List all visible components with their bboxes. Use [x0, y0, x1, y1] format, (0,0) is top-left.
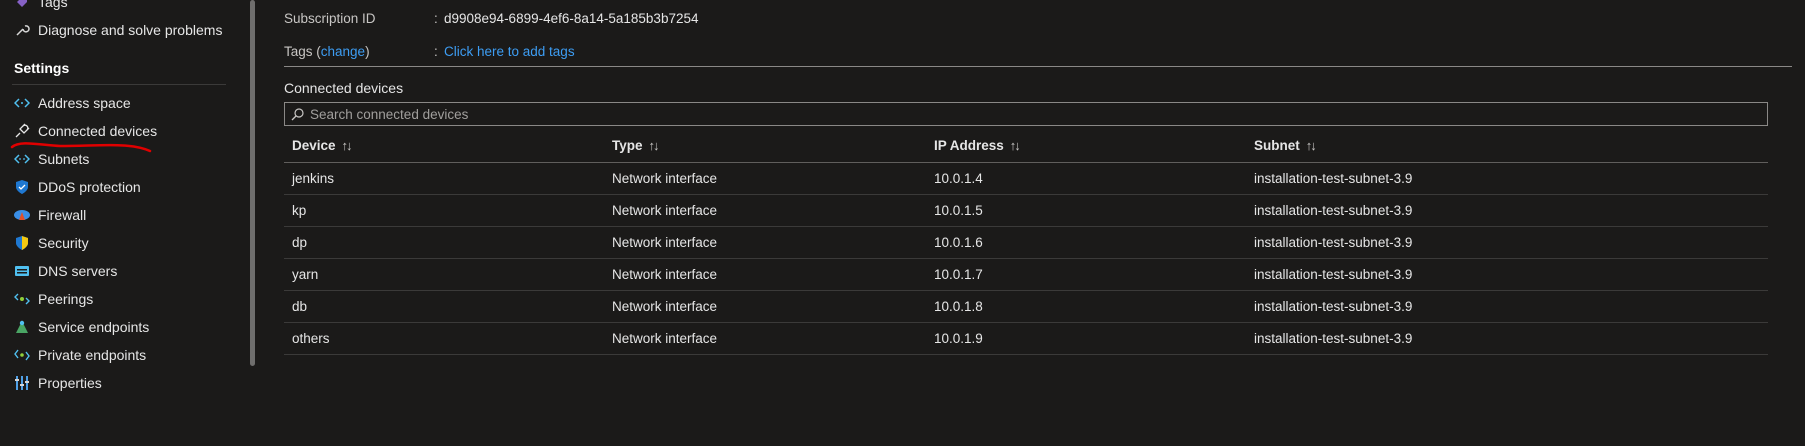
- connected-devices-table: Device ↑↓ Type ↑↓ IP Address ↑↓ Subnet ↑…: [284, 130, 1768, 355]
- sidebar-item-label: Subnets: [38, 151, 90, 167]
- device-ip: 10.0.1.6: [934, 235, 983, 250]
- device-type: Network interface: [612, 299, 718, 314]
- device-type: Network interface: [612, 331, 718, 346]
- table-header: Device ↑↓ Type ↑↓ IP Address ↑↓ Subnet ↑…: [284, 130, 1768, 163]
- search-input[interactable]: [308, 105, 1712, 123]
- sidebar-item-label: Address space: [38, 95, 131, 111]
- subscription-id-value: d9908e94-6899-4ef6-8a14-5a185b3b7254: [444, 11, 699, 26]
- device-type: Network interface: [612, 267, 718, 282]
- device-type: Network interface: [612, 171, 718, 186]
- device-subnet: installation-test-subnet-3.9: [1254, 171, 1413, 186]
- column-header-label: Device: [292, 138, 336, 153]
- divider: [284, 66, 1792, 67]
- sidebar-item-label: Properties: [38, 375, 102, 391]
- device-ip: 10.0.1.7: [934, 267, 983, 282]
- device-type: Network interface: [612, 235, 718, 250]
- table-row: others Network interface 10.0.1.9 instal…: [284, 323, 1768, 355]
- peerings-icon: [12, 289, 32, 309]
- sidebar-item-label: DDoS protection: [38, 179, 141, 195]
- device-ip: 10.0.1.5: [934, 203, 983, 218]
- device-link[interactable]: db: [292, 299, 307, 314]
- settings-section-title: Settings: [14, 60, 70, 76]
- subnets-icon: [12, 149, 32, 169]
- column-header-label: Subnet: [1254, 138, 1300, 153]
- sidebar-item-diagnose[interactable]: Diagnose and solve problems: [0, 14, 238, 46]
- sidebar-item-label: Peerings: [38, 291, 94, 307]
- device-subnet: installation-test-subnet-3.9: [1254, 235, 1413, 250]
- security-shield-icon: [12, 233, 32, 253]
- device-subnet: installation-test-subnet-3.9: [1254, 203, 1413, 218]
- device-link[interactable]: others: [292, 331, 330, 346]
- sidebar-item-properties[interactable]: Properties: [0, 367, 238, 399]
- tags-label: Tags (change): [284, 44, 370, 59]
- column-header-subnet[interactable]: Subnet ↑↓: [1254, 138, 1317, 153]
- search-icon: [291, 107, 304, 121]
- table-row: yarn Network interface 10.0.1.7 installa…: [284, 259, 1768, 291]
- properties-icon: [12, 373, 32, 393]
- sidebar-item-label: Diagnose and solve problems: [38, 22, 223, 38]
- column-header-ip-address[interactable]: IP Address ↑↓: [934, 138, 1021, 153]
- tags-label-suffix: ): [365, 44, 370, 59]
- column-header-device[interactable]: Device ↑↓: [292, 138, 353, 153]
- shield-icon: [12, 177, 32, 197]
- device-ip: 10.0.1.8: [934, 299, 983, 314]
- subscription-id-row: Subscription ID : d9908e94-6899-4ef6-8a1…: [284, 11, 698, 26]
- device-link[interactable]: dp: [292, 235, 307, 250]
- sidebar-item-label: Tags: [38, 0, 68, 10]
- column-header-label: Type: [612, 138, 643, 153]
- sidebar-item-label: Private endpoints: [38, 347, 147, 363]
- service-endpoints-icon: [12, 317, 32, 337]
- sidebar-scrollbar-thumb[interactable]: [250, 0, 255, 366]
- search-box[interactable]: [284, 102, 1768, 126]
- separator: :: [434, 44, 438, 59]
- dns-server-icon: [12, 261, 32, 281]
- device-subnet: installation-test-subnet-3.9: [1254, 331, 1413, 346]
- device-subnet: installation-test-subnet-3.9: [1254, 267, 1413, 282]
- sort-icon: ↑↓: [1009, 138, 1021, 153]
- sidebar-item-label: Connected devices: [38, 123, 158, 139]
- column-header-label: IP Address: [934, 138, 1004, 153]
- sidebar-item-label: Firewall: [38, 207, 87, 223]
- table-row: kp Network interface 10.0.1.5 installati…: [284, 195, 1768, 227]
- table-row: jenkins Network interface 10.0.1.4 insta…: [284, 163, 1768, 195]
- add-tags-link[interactable]: Click here to add tags: [444, 44, 575, 59]
- sort-icon: ↑↓: [1305, 138, 1317, 153]
- divider: [12, 84, 226, 85]
- address-space-icon: [12, 93, 32, 113]
- sidebar-item-label: DNS servers: [38, 263, 118, 279]
- main-content: Subscription ID : d9908e94-6899-4ef6-8a1…: [266, 0, 1805, 446]
- wrench-icon: [12, 20, 32, 40]
- sort-icon: ↑↓: [648, 138, 660, 153]
- connected-devices-title: Connected devices: [284, 80, 404, 96]
- tag-icon: [12, 0, 32, 12]
- table-row: db Network interface 10.0.1.8 installati…: [284, 291, 1768, 323]
- device-ip: 10.0.1.4: [934, 171, 983, 186]
- sort-icon: ↑↓: [341, 138, 353, 153]
- firewall-icon: [12, 205, 32, 225]
- separator: :: [434, 11, 438, 26]
- device-subnet: installation-test-subnet-3.9: [1254, 299, 1413, 314]
- device-link[interactable]: jenkins: [292, 171, 334, 186]
- table-row: dp Network interface 10.0.1.6 installati…: [284, 227, 1768, 259]
- device-link[interactable]: kp: [292, 203, 306, 218]
- sidebar-item-label: Security: [38, 235, 89, 251]
- sidebar-item-label: Service endpoints: [38, 319, 150, 335]
- subscription-id-label: Subscription ID: [284, 11, 376, 26]
- tags-change-link[interactable]: change: [321, 44, 365, 59]
- plug-icon: [12, 121, 32, 141]
- device-link[interactable]: yarn: [292, 267, 318, 282]
- column-header-type[interactable]: Type ↑↓: [612, 138, 660, 153]
- tags-label-prefix: Tags (: [284, 44, 321, 59]
- private-endpoints-icon: [12, 345, 32, 365]
- device-type: Network interface: [612, 203, 718, 218]
- device-ip: 10.0.1.9: [934, 331, 983, 346]
- tags-row: Tags (change) : Click here to add tags: [284, 44, 575, 59]
- sidebar: Tags Diagnose and solve problems Setting…: [0, 0, 238, 446]
